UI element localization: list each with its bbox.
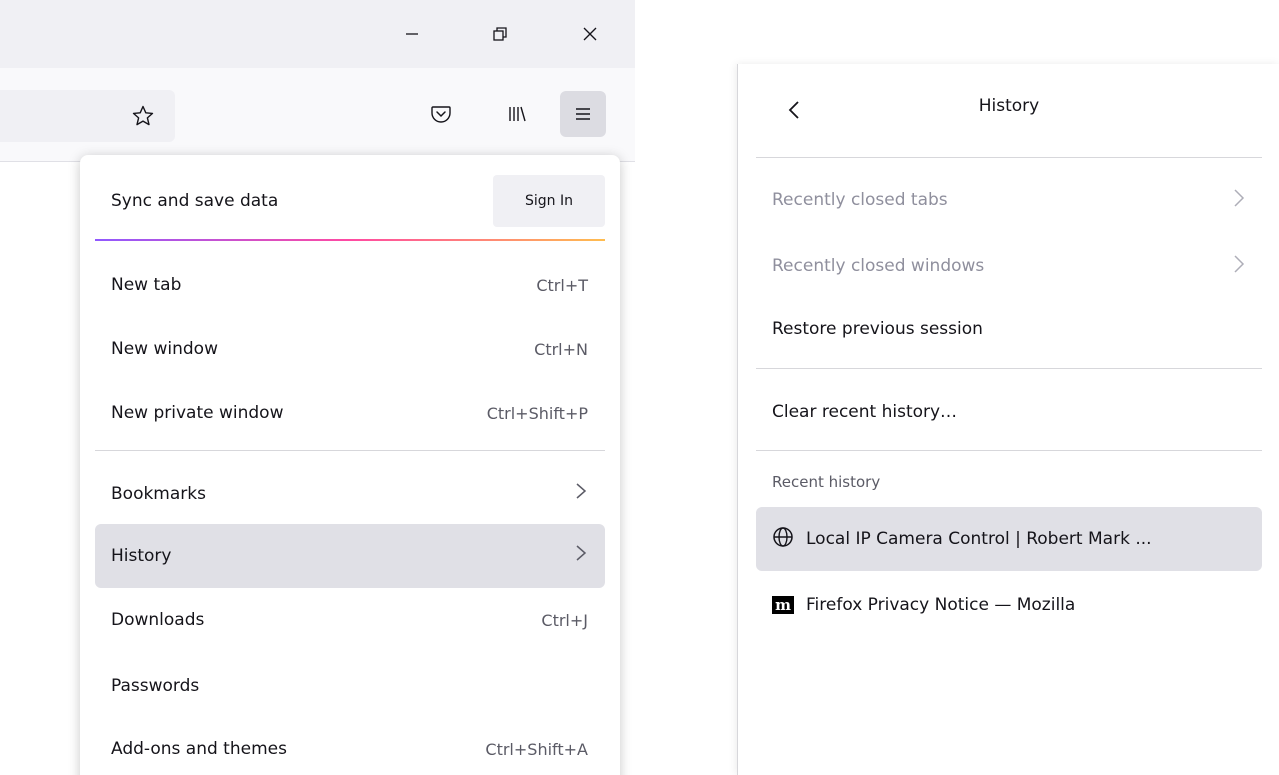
chevron-right-icon xyxy=(574,543,588,569)
chevron-right-icon xyxy=(574,481,588,507)
history-panel: History Recently closed tabs Recently cl… xyxy=(737,64,1279,775)
back-arrow-icon[interactable] xyxy=(778,92,810,128)
recent-history-heading: Recent history xyxy=(772,473,881,491)
history-entry-title: Local IP Camera Control | Robert Mark ..… xyxy=(806,529,1152,549)
menu-item-label: New tab xyxy=(111,275,182,295)
history-entry-content: m Firefox Privacy Notice — Mozilla xyxy=(772,595,1075,615)
menu-item-shortcut: Ctrl+Shift+P xyxy=(486,403,588,423)
menu-item-new-tab[interactable]: New tab Ctrl+T xyxy=(95,253,605,317)
menu-item-shortcut: Ctrl+N xyxy=(534,339,588,359)
menu-item-label: Add-ons and themes xyxy=(111,739,287,759)
chevron-right-icon xyxy=(1232,187,1246,214)
sync-label: Sync and save data xyxy=(111,190,279,211)
sign-in-button[interactable]: Sign In xyxy=(493,174,605,227)
history-entry-content: Local IP Camera Control | Robert Mark ..… xyxy=(772,526,1152,553)
sync-gradient-divider xyxy=(95,239,605,241)
menu-item-label: History xyxy=(111,546,172,566)
menu-item-new-window[interactable]: New window Ctrl+N xyxy=(95,317,605,381)
menu-item-label: New private window xyxy=(111,403,284,423)
chevron-right-icon xyxy=(1232,253,1246,280)
menu-item-label: Downloads xyxy=(111,610,205,630)
menu-item-bookmarks[interactable]: Bookmarks xyxy=(95,462,605,526)
menu-item-label: New window xyxy=(111,339,218,359)
recently-closed-windows-label: Recently closed windows xyxy=(772,256,985,276)
menu-item-addons-themes[interactable]: Add-ons and themes Ctrl+Shift+A xyxy=(95,717,605,775)
recently-closed-windows[interactable]: Recently closed windows xyxy=(756,234,1262,298)
menu-separator xyxy=(95,450,605,451)
menu-item-passwords[interactable]: Passwords xyxy=(95,654,605,718)
recently-closed-tabs[interactable]: Recently closed tabs xyxy=(756,168,1262,232)
history-separator xyxy=(756,450,1262,451)
mozilla-m-icon: m xyxy=(772,596,794,614)
menu-item-history[interactable]: History xyxy=(95,524,605,588)
menu-item-new-private-window[interactable]: New private window Ctrl+Shift+P xyxy=(95,381,605,445)
pocket-icon[interactable] xyxy=(418,91,464,137)
history-entry-title: Firefox Privacy Notice — Mozilla xyxy=(806,595,1076,615)
globe-icon xyxy=(772,526,794,553)
minimize-icon[interactable] xyxy=(392,14,432,54)
history-header-separator xyxy=(756,157,1262,158)
star-icon[interactable] xyxy=(120,93,166,139)
restore-icon[interactable] xyxy=(480,14,520,54)
library-icon[interactable] xyxy=(494,91,540,137)
recently-closed-tabs-label: Recently closed tabs xyxy=(772,190,948,210)
menu-item-downloads[interactable]: Downloads Ctrl+J xyxy=(95,588,605,652)
menu-item-shortcut: Ctrl+J xyxy=(541,610,588,630)
restore-previous-session-label: Restore previous session xyxy=(772,319,983,339)
close-icon[interactable] xyxy=(570,14,610,54)
navigation-toolbar xyxy=(0,68,635,162)
menu-item-shortcut: Ctrl+T xyxy=(536,275,588,295)
url-bar[interactable] xyxy=(0,90,175,142)
history-entry[interactable]: m Firefox Privacy Notice — Mozilla xyxy=(756,573,1262,637)
history-panel-header: History xyxy=(738,64,1279,158)
window-titlebar xyxy=(0,0,635,68)
clear-recent-history[interactable]: Clear recent history… xyxy=(756,380,1262,444)
sync-row: Sync and save data Sign In xyxy=(95,173,605,228)
clear-recent-history-label: Clear recent history… xyxy=(772,402,958,422)
menu-item-label: Bookmarks xyxy=(111,484,206,504)
menu-item-shortcut: Ctrl+Shift+A xyxy=(485,739,588,759)
history-entry[interactable]: Local IP Camera Control | Robert Mark ..… xyxy=(756,507,1262,571)
hamburger-menu-icon[interactable] xyxy=(560,91,606,137)
restore-previous-session[interactable]: Restore previous session xyxy=(756,297,1262,361)
history-separator xyxy=(756,368,1262,369)
history-panel-title: History xyxy=(978,96,1040,116)
menu-item-label: Passwords xyxy=(111,676,200,696)
app-menu-panel: Sync and save data Sign In New tab Ctrl+… xyxy=(80,155,620,775)
